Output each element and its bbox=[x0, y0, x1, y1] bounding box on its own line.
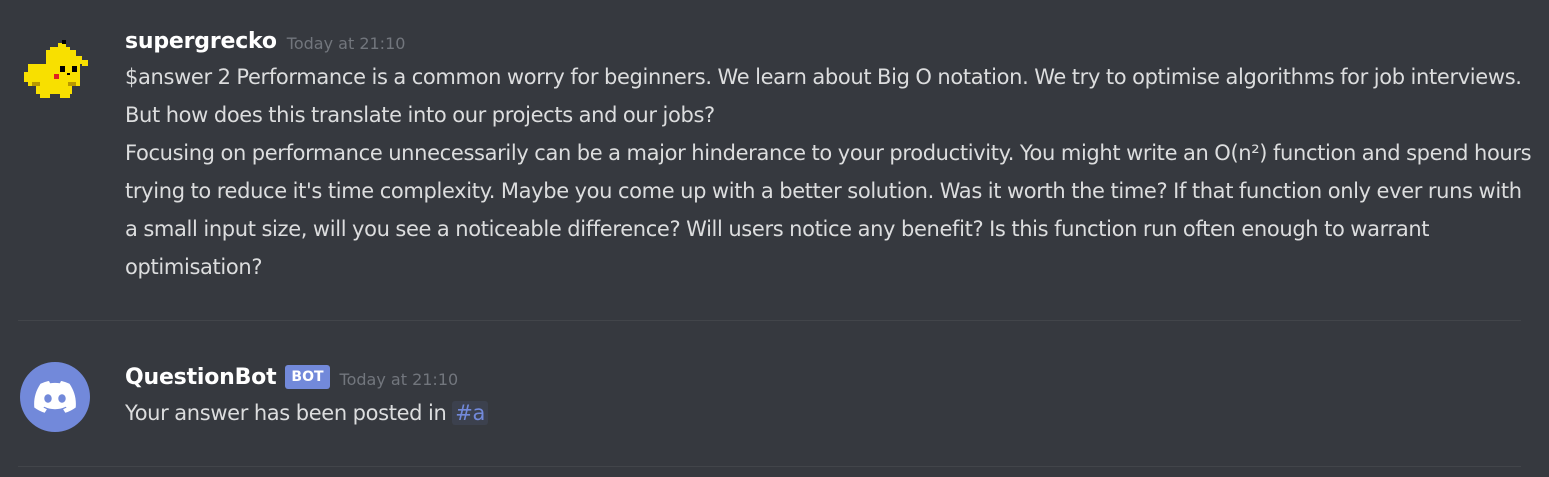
message-header: supergrecko Today at 21:10 bbox=[125, 26, 405, 56]
channel-mention[interactable]: #a bbox=[452, 401, 488, 425]
message-line: $answer 2 Performance is a common worry … bbox=[125, 65, 1522, 127]
discord-logo-icon bbox=[34, 381, 76, 413]
message-line: Focusing on performance unnecessarily ca… bbox=[125, 141, 1532, 279]
timestamp[interactable]: Today at 21:10 bbox=[287, 34, 406, 53]
message-header: QuestionBot BOT Today at 21:10 bbox=[125, 362, 458, 392]
bot-badge: BOT bbox=[285, 365, 330, 389]
timestamp[interactable]: Today at 21:10 bbox=[340, 370, 459, 389]
username[interactable]: QuestionBot bbox=[125, 365, 277, 390]
bot-avatar[interactable] bbox=[20, 362, 90, 432]
pixel-pikachu-icon bbox=[24, 40, 88, 98]
message-content: $answer 2 Performance is a common worry … bbox=[125, 58, 1535, 286]
message-content: Your answer has been posted in #a bbox=[125, 394, 1535, 432]
username[interactable]: supergrecko bbox=[125, 29, 277, 54]
message-divider bbox=[18, 320, 1521, 321]
message-text: Your answer has been posted in bbox=[125, 401, 453, 425]
user-avatar[interactable] bbox=[20, 38, 90, 108]
message-divider bbox=[18, 466, 1521, 467]
